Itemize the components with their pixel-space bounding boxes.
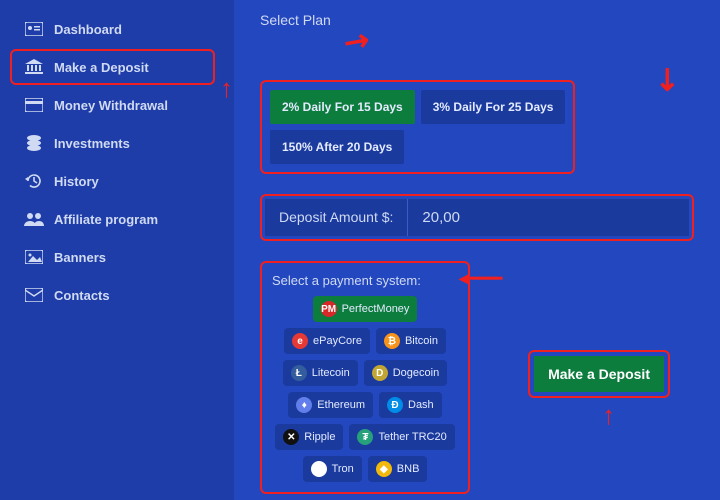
- coin-icon: ♦: [296, 397, 312, 413]
- coin-icon: Đ: [387, 397, 403, 413]
- plan-option-2[interactable]: 3% Daily For 25 Days: [421, 90, 566, 124]
- pay-method-label: Tron: [332, 463, 354, 475]
- coin-icon: D: [372, 365, 388, 381]
- pay-method-label: Litecoin: [312, 367, 350, 379]
- payment-system-box: Select a payment system: PM PerfectMoney e…: [260, 261, 470, 494]
- sidebar-item-dashboard[interactable]: Dashboard: [18, 10, 234, 48]
- pay-method-label: Ethereum: [317, 399, 365, 411]
- payment-system-grid: PM PerfectMoney e ePayCore ₿ Bitcoin Ł Litecoin…: [272, 296, 458, 482]
- plan-options: 2% Daily For 15 Days 3% Daily For 25 Day…: [260, 80, 575, 174]
- pay-method-label: ePayCore: [313, 335, 362, 347]
- sidebar-item-banners[interactable]: Banners: [18, 238, 234, 276]
- sidebar-item-contacts[interactable]: Contacts: [18, 276, 234, 314]
- payment-system-label: Select a payment system:: [272, 273, 458, 288]
- pay-method-label: Dogecoin: [393, 367, 439, 379]
- sidebar-item-label: History: [54, 174, 99, 189]
- card-icon: [24, 95, 44, 115]
- pay-method-label: Bitcoin: [405, 335, 438, 347]
- annotation-highlight-deposit: Make a Deposit: [528, 350, 670, 398]
- users-icon: [24, 209, 44, 229]
- pay-method-ethereum[interactable]: ♦ Ethereum: [288, 392, 373, 418]
- sidebar-item-make-deposit[interactable]: Make a Deposit: [18, 48, 234, 86]
- coin-icon: PM: [321, 301, 337, 317]
- pay-method-label: PerfectMoney: [342, 303, 410, 315]
- coin-icon: Ł: [291, 365, 307, 381]
- coin-icon: ◆: [376, 461, 392, 477]
- bank-icon: [24, 57, 44, 77]
- history-icon: [24, 171, 44, 191]
- pay-method-perfectmoney[interactable]: PM PerfectMoney: [313, 296, 418, 322]
- sidebar-item-withdrawal[interactable]: Money Withdrawal: [18, 86, 234, 124]
- deposit-amount-row: Deposit Amount $:: [260, 194, 694, 241]
- pay-method-label: Dash: [408, 399, 434, 411]
- pay-method-tether-trc20[interactable]: ₮ Tether TRC20: [349, 424, 454, 450]
- annotation-arrow-amount: ↗: [646, 58, 689, 101]
- database-icon: [24, 133, 44, 153]
- sidebar-item-investments[interactable]: Investments: [18, 124, 234, 162]
- deposit-amount-input[interactable]: [408, 199, 689, 236]
- pay-method-tron[interactable]: Tron: [303, 456, 362, 482]
- sidebar-item-affiliate[interactable]: Affiliate program: [18, 200, 234, 238]
- deposit-amount-label: Deposit Amount $:: [265, 199, 408, 236]
- coin-icon: ₮: [357, 429, 373, 445]
- pay-method-ripple[interactable]: ✕ Ripple: [275, 424, 343, 450]
- id-card-icon: [24, 19, 44, 39]
- sidebar-item-label: Affiliate program: [54, 212, 158, 227]
- make-deposit-button[interactable]: Make a Deposit: [534, 356, 664, 392]
- image-icon: [24, 247, 44, 267]
- plan-option-3[interactable]: 150% After 20 Days: [270, 130, 404, 164]
- sidebar-item-label: Money Withdrawal: [54, 98, 168, 113]
- pay-method-epaycore[interactable]: e ePayCore: [284, 328, 370, 354]
- coin-icon: [311, 461, 327, 477]
- pay-method-label: Tether TRC20: [378, 431, 446, 443]
- pay-method-bitcoin[interactable]: ₿ Bitcoin: [376, 328, 446, 354]
- pay-method-bnb[interactable]: ◆ BNB: [368, 456, 428, 482]
- pay-method-label: Ripple: [304, 431, 335, 443]
- select-plan-label: Select Plan: [260, 12, 694, 28]
- coin-icon: ₿: [384, 333, 400, 349]
- sidebar-item-history[interactable]: History: [18, 162, 234, 200]
- coin-icon: ✕: [283, 429, 299, 445]
- pay-method-label: BNB: [397, 463, 420, 475]
- main-panel: Select Plan ↗ ↗ 2% Daily For 15 Days 3% …: [234, 0, 720, 500]
- sidebar-item-label: Contacts: [54, 288, 110, 303]
- plan-option-1[interactable]: 2% Daily For 15 Days: [270, 90, 415, 124]
- envelope-icon: [24, 285, 44, 305]
- coin-icon: e: [292, 333, 308, 349]
- pay-method-litecoin[interactable]: Ł Litecoin: [283, 360, 358, 386]
- pay-method-dogecoin[interactable]: D Dogecoin: [364, 360, 447, 386]
- sidebar: Dashboard Make a Deposit Money Withdrawa…: [0, 0, 234, 500]
- sidebar-item-label: Investments: [54, 136, 130, 151]
- pay-method-dash[interactable]: Đ Dash: [379, 392, 442, 418]
- annotation-arrow-deposit: ↑: [602, 400, 615, 431]
- sidebar-item-label: Dashboard: [54, 22, 122, 37]
- sidebar-item-label: Make a Deposit: [54, 60, 149, 75]
- sidebar-item-label: Banners: [54, 250, 106, 265]
